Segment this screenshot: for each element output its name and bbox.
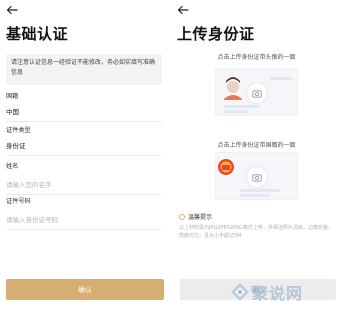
upload-id-screen: 上传身份证 点击上传身份证带头像的一面 点击上传身份证带国徽的一面 温馨提示 以… xyxy=(171,0,342,309)
back-upload-caption: 点击上传身份证带国徽的一面 xyxy=(217,142,296,149)
notice-box: 请注意认证信息一经验证不能修改，务必如实填写准确信息 xyxy=(6,54,162,85)
divider xyxy=(6,194,162,195)
tips-text: 以上材料需为JPG/JPEG/PNG格式上传，并保证照片清晰，边角完整，亮度均匀… xyxy=(179,225,333,239)
confirm-button[interactable]: 确认 xyxy=(6,279,164,300)
nationality-value[interactable]: 中国 xyxy=(6,106,162,118)
divider xyxy=(6,155,162,156)
name-input[interactable] xyxy=(6,179,162,191)
back-arrow-icon[interactable] xyxy=(177,5,189,15)
divider xyxy=(6,229,162,230)
page-title: 基础认证 xyxy=(6,25,69,43)
nationality-field[interactable]: 国籍 中国 xyxy=(6,92,162,122)
back-arrow-icon[interactable] xyxy=(6,5,18,15)
name-field[interactable]: 姓名 xyxy=(6,162,162,195)
id-type-value[interactable]: 身份证 xyxy=(6,140,162,152)
id-number-field[interactable]: 证件号码 xyxy=(6,197,162,230)
front-upload-caption: 点击上传身份证带头像的一面 xyxy=(217,54,296,61)
camera-icon[interactable] xyxy=(247,83,267,103)
divider xyxy=(6,121,162,122)
page-title: 上传身份证 xyxy=(177,25,255,43)
info-circle-icon xyxy=(179,213,185,220)
confirm-button-disabled[interactable]: 确认 xyxy=(180,279,336,300)
basic-verification-screen: 基础认证 请注意认证信息一经验证不能修改，务必如实填写准确信息 国籍 中国 证件… xyxy=(0,0,171,309)
field-label: 证件类型 xyxy=(6,127,31,134)
front-upload-card[interactable] xyxy=(215,68,298,116)
field-label: 姓名 xyxy=(6,163,19,170)
id-type-field[interactable]: 证件类型 身份证 xyxy=(6,126,162,156)
field-label: 证件号码 xyxy=(6,198,31,205)
camera-icon[interactable] xyxy=(247,167,267,187)
tips-title: 温馨提示 xyxy=(188,214,213,221)
field-label: 国籍 xyxy=(6,93,19,100)
id-number-input[interactable] xyxy=(6,214,162,226)
tips-heading: 温馨提示 xyxy=(179,212,212,221)
back-upload-card[interactable] xyxy=(215,152,298,200)
